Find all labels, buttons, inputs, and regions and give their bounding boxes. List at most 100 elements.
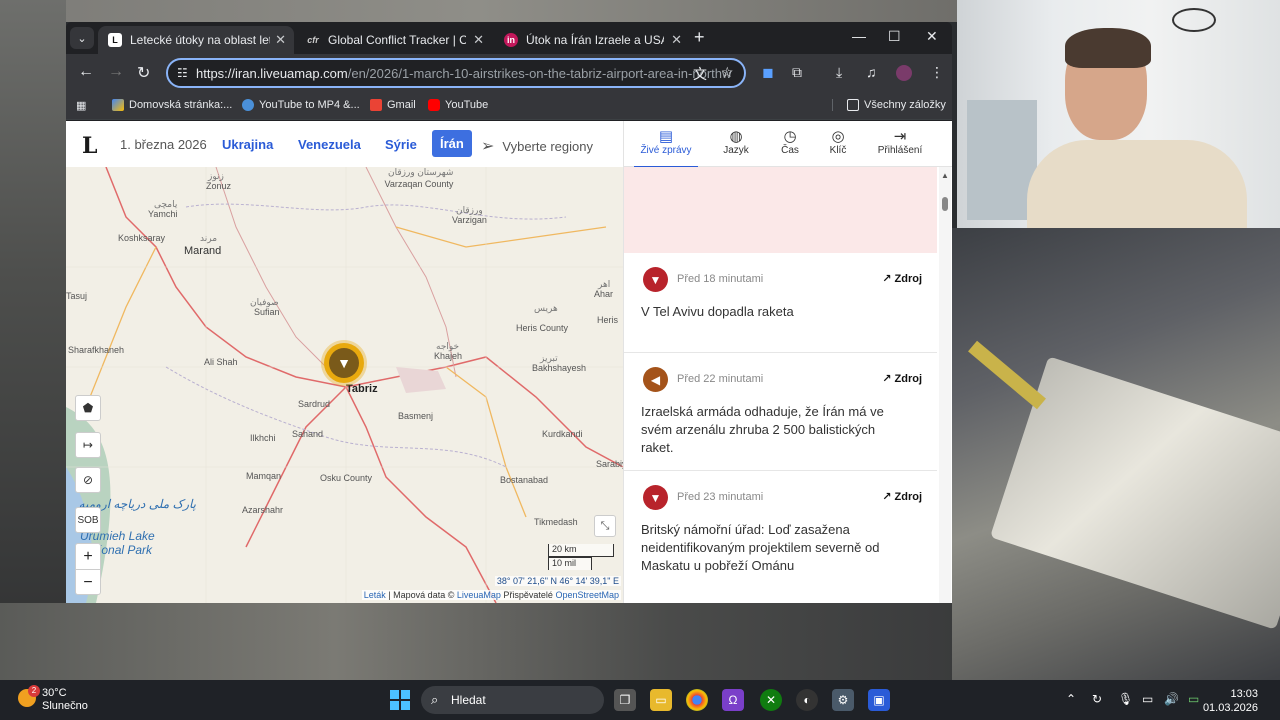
news-item[interactable]: ▼ Před 23 minutami ↗ Zdroj Britský námořn… [624, 471, 937, 603]
tab-cfr[interactable]: cfr Global Conflict Tracker | CFR Int ✕ [296, 26, 492, 54]
translate-icon[interactable]: 文 [693, 64, 707, 84]
map-area[interactable]: زنوز Zonuz یامچی Yamchi Koshksaray مرند … [66, 167, 623, 603]
background-video [0, 603, 957, 680]
new-tab-button[interactable]: + [694, 27, 705, 48]
site-header: L 1. března 2026 Ukrajina Venezuela Sýri… [66, 121, 623, 167]
media-control-icon[interactable]: ♫ [866, 64, 877, 80]
site-info-icon[interactable]: ☷ [177, 66, 188, 80]
liveuamap-favicon: L [108, 33, 122, 47]
download-icon[interactable]: ⤓ [836, 64, 842, 81]
taskbar-search[interactable]: ⌕ Hledat [421, 686, 604, 714]
news-feed: ▼ Před 18 minutami ↗ Zdroj V Tel Avivu do… [624, 167, 937, 603]
forward-icon[interactable]: → [108, 63, 124, 81]
obs-icon[interactable]: ◐ [796, 689, 818, 711]
browser-toolbar: ← → ↻ ☷ https://iran.liveuamap.com/en/20… [66, 54, 952, 92]
xbox-icon[interactable]: ✕ [760, 689, 782, 711]
tab-search-button[interactable]: ⌄ [70, 27, 94, 49]
bookmark-favicon [242, 99, 254, 111]
tab-login[interactable]: ⇥ Přihlášení [868, 127, 932, 156]
file-explorer-icon[interactable]: ▭ [650, 689, 672, 711]
feed-scrollbar[interactable]: ▲ [939, 167, 951, 603]
apps-grid-icon[interactable]: ▦ [76, 99, 86, 112]
tab-irozhlas[interactable]: in Útok na Írán Izraele a USA: Válk ✕ [494, 26, 690, 54]
all-bookmarks[interactable]: Všechny záložky [832, 99, 946, 111]
background-video [0, 0, 66, 680]
weather-widget[interactable]: 2 30°C Slunečno [18, 685, 88, 713]
bookmark-youtube[interactable]: YouTube [428, 99, 488, 111]
zoom-out-button[interactable]: − [76, 570, 100, 596]
extensions-icon[interactable]: ⧉ [792, 64, 802, 81]
tab-active[interactable]: L Letecké útoky na oblast letiště ✕ [98, 26, 294, 54]
source-link[interactable]: ↗ Zdroj [882, 372, 922, 385]
hide-layer-icon[interactable]: ⊘ [75, 467, 101, 493]
external-link-icon: ↗ [882, 273, 892, 285]
airstrike-marker[interactable]: ▼ [324, 343, 364, 383]
bookmarks-bar: ▦ Domovská stránka:... YouTube to MP4 &.… [66, 92, 952, 120]
bookmark-favicon [112, 99, 124, 111]
close-window-icon[interactable]: ✕ [926, 28, 938, 45]
zoom-in-button[interactable]: + [76, 544, 100, 570]
sos-button[interactable]: SOB [75, 507, 101, 533]
folder-icon [847, 99, 859, 111]
bookmark-home[interactable]: Domovská stránka:... [112, 99, 232, 111]
region-syria[interactable]: Sýrie [385, 137, 417, 152]
sync-icon[interactable]: ↻ [1092, 692, 1102, 706]
source-link[interactable]: ↗ Zdroj [882, 490, 922, 503]
microphone-icon[interactable]: 🎙 [1118, 692, 1133, 706]
address-bar[interactable]: ☷ https://iran.liveuamap.com/en/2026/1-m… [166, 58, 746, 88]
liveuamap-logo[interactable]: L [82, 133, 97, 159]
profile-avatar[interactable] [896, 65, 912, 81]
navigation-arrow-icon: ➢ [481, 138, 495, 155]
select-regions-button[interactable]: ➢ Vyberte regiony [481, 136, 593, 156]
map-scale: 20 km 10 mil [548, 544, 614, 570]
chrome-icon[interactable] [686, 689, 708, 711]
missile-icon: ▼ [643, 485, 668, 510]
news-item[interactable]: ▼ Před 18 minutami ↗ Zdroj V Tel Avivu do… [624, 253, 937, 353]
news-panel: ▤ Živé zprávy ◍ Jazyk ◷ Čas ◎ Klíč ⇥ Přihláše… [623, 121, 952, 603]
close-tab-icon[interactable]: ✕ [473, 32, 484, 48]
draw-polygon-icon[interactable]: ⬟ [75, 395, 101, 421]
clock[interactable]: 13:03 01.03.2026 [1203, 687, 1258, 715]
bookmark-gmail[interactable]: Gmail [370, 99, 416, 111]
battery-icon[interactable]: ▭ [1188, 692, 1199, 706]
chevron-up-icon[interactable]: ⌃ [1066, 692, 1076, 706]
background-video [0, 0, 957, 22]
close-tab-icon[interactable]: ✕ [275, 32, 286, 48]
measure-icon[interactable]: ↦ [75, 432, 101, 458]
bookmark-star-icon[interactable]: ☆ [721, 64, 734, 81]
notification-badge: 2 [28, 685, 40, 697]
external-link-icon: ↗ [882, 373, 892, 385]
app-icon[interactable]: ▣ [868, 689, 890, 711]
news-item-image [624, 167, 937, 253]
source-link[interactable]: ↗ Zdroj [882, 272, 922, 285]
task-view-icon[interactable]: ❐ [614, 689, 636, 711]
back-icon[interactable]: ← [78, 63, 94, 81]
bomb-icon: ▼ [329, 348, 359, 378]
cfr-favicon: cfr [307, 35, 319, 45]
maximize-icon[interactable]: ☐ [888, 28, 901, 45]
menu-dots-icon[interactable]: ⋮ [930, 64, 944, 81]
scroll-thumb[interactable] [942, 197, 948, 211]
scroll-up-icon[interactable]: ▲ [941, 171, 949, 180]
region-iran[interactable]: Írán [432, 130, 472, 157]
volume-icon[interactable]: 🔊 [1164, 692, 1179, 706]
tab-key[interactable]: ◎ Klíč [806, 127, 870, 156]
minimize-icon[interactable]: — [852, 28, 866, 44]
fullscreen-icon[interactable]: ⤡ [594, 515, 616, 537]
compass-icon: ◎ [831, 128, 845, 145]
settings-icon[interactable]: ⚙ [832, 689, 854, 711]
extension-cloud-icon[interactable]: ◼ [762, 64, 774, 81]
app-icon[interactable]: Ω [722, 689, 744, 711]
news-item[interactable]: ◀ Před 22 minutami ↗ Zdroj Izraelská armá… [624, 353, 937, 471]
network-icon[interactable]: ▭ [1142, 692, 1153, 706]
webcam-overlay [957, 0, 1280, 228]
region-ukraine[interactable]: Ukrajina [222, 137, 273, 152]
tab-live-news[interactable]: ▤ Živé zprávy [634, 127, 698, 168]
close-tab-icon[interactable]: ✕ [671, 32, 682, 48]
search-icon: ⌕ [431, 692, 439, 707]
cursor-coordinates: 38° 07' 21,6" N 46° 14' 39,1" E [494, 576, 621, 586]
windows-start-icon[interactable] [390, 690, 410, 710]
reload-icon[interactable]: ↻ [137, 63, 150, 83]
bookmark-yt-mp4[interactable]: YouTube to MP4 &... [242, 99, 360, 111]
region-venezuela[interactable]: Venezuela [298, 137, 361, 152]
